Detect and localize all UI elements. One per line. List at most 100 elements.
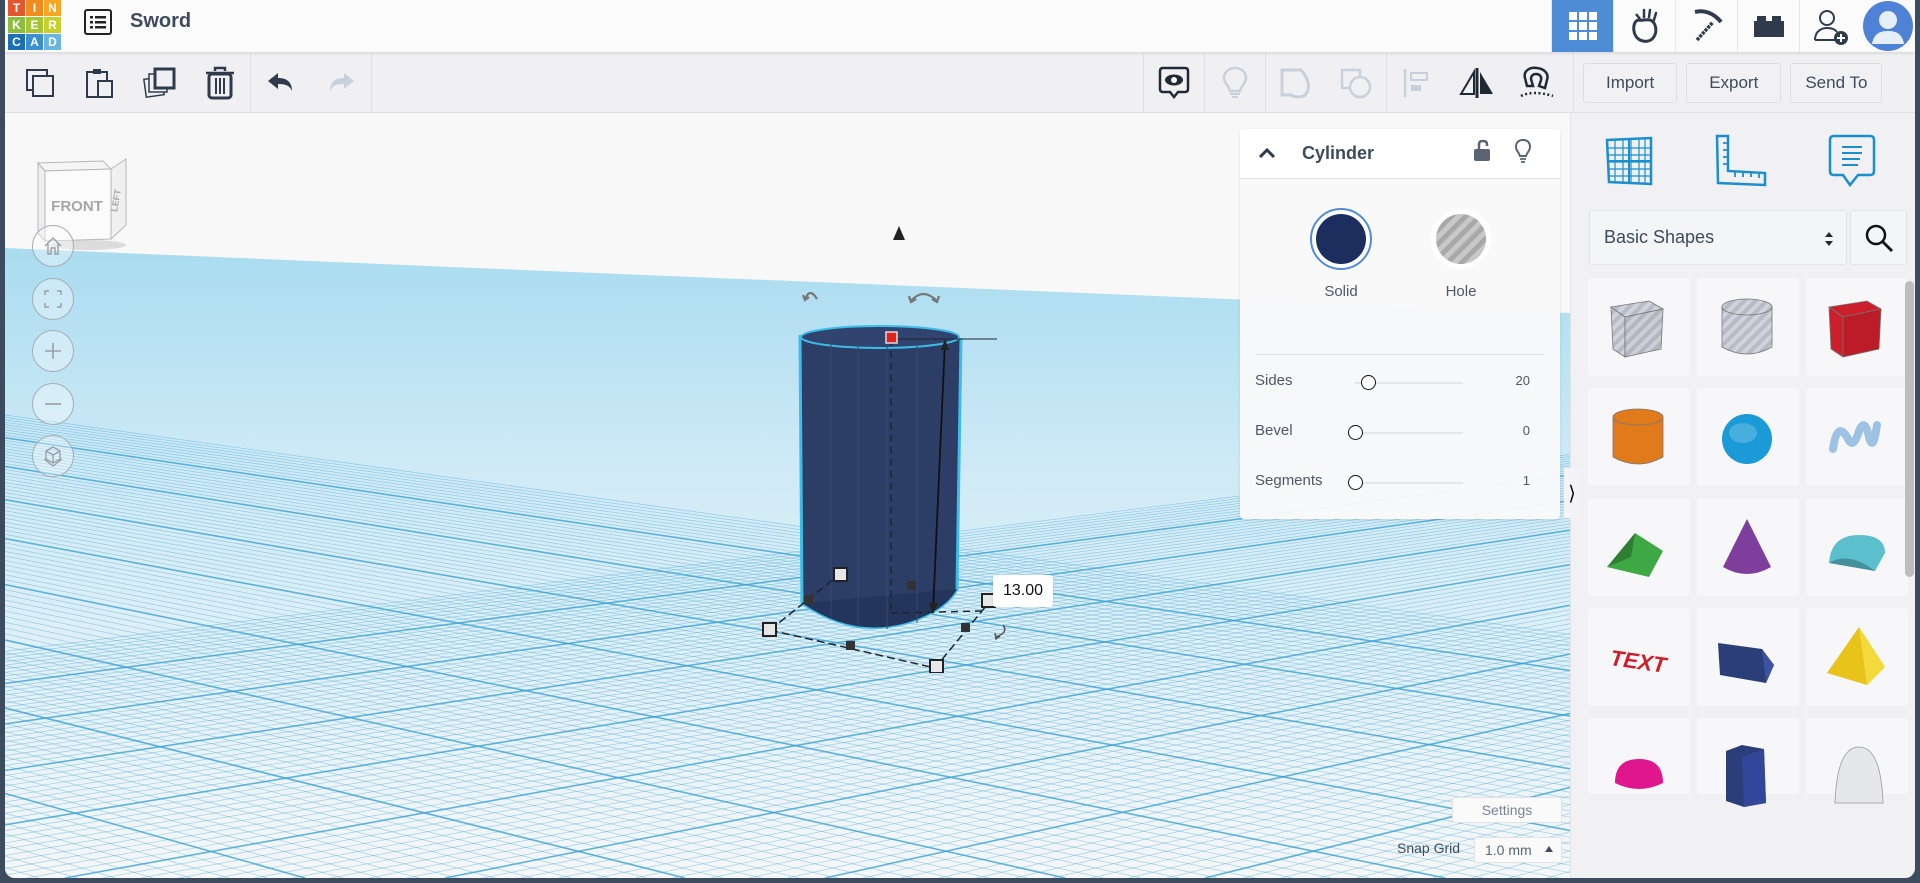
inspector-expand-toggle[interactable]: ⟩ [1564, 468, 1580, 518]
resize-handle[interactable] [929, 659, 944, 673]
snap-grid-select[interactable]: 1.0 mm [1474, 837, 1562, 863]
ruler-tab[interactable] [1711, 131, 1771, 191]
import-button[interactable]: Import [1583, 63, 1678, 103]
workplane-settings-button[interactable]: Settings [1452, 797, 1562, 823]
plus-icon [45, 343, 61, 359]
logo-letter: E [26, 17, 43, 33]
ungroup-icon [1340, 68, 1372, 99]
solid-mode-button[interactable]: Solid [1306, 207, 1376, 300]
cruise-button[interactable] [1507, 53, 1567, 113]
shapes-scrollbar[interactable] [1905, 281, 1914, 577]
shape-tile-wedge[interactable] [1697, 608, 1799, 706]
ungroup-button[interactable] [1326, 53, 1386, 113]
shape-tile-pyramid[interactable] [1806, 608, 1908, 706]
shape-tile-half-sphere[interactable] [1588, 718, 1690, 794]
edit-toolbar: Import Export Send To [5, 53, 1915, 113]
shape-tools: Import Export Send To [1143, 53, 1883, 113]
resize-handle[interactable] [833, 567, 848, 582]
shape-search-button[interactable] [1850, 210, 1907, 265]
copy-icon [26, 69, 54, 97]
shape-tile-cylinder[interactable] [1588, 388, 1690, 486]
viewcube-front-label[interactable]: FRONT [51, 198, 103, 215]
home-icon [44, 237, 62, 255]
edge-handle[interactable] [907, 581, 916, 590]
rotate-handle-top-arrow[interactable] [893, 226, 905, 240]
design-title[interactable]: Sword [130, 10, 191, 33]
align-button[interactable] [1387, 53, 1447, 113]
property-label: Bevel [1255, 422, 1293, 439]
notes-toggle-button[interactable] [1144, 53, 1204, 113]
height-handle[interactable] [885, 331, 898, 344]
half-sphere-thumbnail-icon [1615, 759, 1663, 789]
lightbulb-icon[interactable] [1514, 138, 1532, 164]
notes-tab[interactable] [1822, 131, 1882, 191]
hole-label: Hole [1445, 283, 1477, 300]
logo-letter: R [44, 17, 61, 33]
rotate-handle-x[interactable] [994, 624, 1006, 641]
design-list-button[interactable] [83, 8, 113, 36]
roof-thumbnail-icon [1607, 533, 1663, 577]
export-button[interactable]: Export [1686, 63, 1782, 103]
shape-tile-paraboloid[interactable] [1806, 718, 1908, 804]
shape-tile-sphere[interactable] [1697, 388, 1799, 486]
shape-category-select[interactable]: Basic Shapes [1589, 210, 1847, 265]
delete-button[interactable] [190, 53, 250, 113]
send-to-button[interactable]: Send To [1790, 63, 1883, 103]
edge-handle[interactable] [961, 623, 970, 632]
undo-button[interactable] [251, 53, 311, 113]
copy-button[interactable] [10, 53, 70, 113]
snap-grid-label: Snap Grid [1397, 840, 1461, 856]
property-value[interactable]: 1 [1523, 473, 1530, 488]
shapes-panel: Basic Shapes TEXT [1570, 113, 1915, 878]
shape-tile-cone[interactable] [1697, 498, 1799, 596]
tinkercad-logo[interactable]: TIN KER CAD [8, 0, 62, 50]
hole-mode-button[interactable]: Hole [1426, 207, 1496, 300]
resize-handle[interactable] [762, 622, 777, 637]
invite-user-button[interactable] [1799, 0, 1861, 52]
shape-tile-roof[interactable] [1588, 498, 1690, 596]
collapse-chevron-icon[interactable] [1257, 145, 1277, 161]
duplicate-button[interactable] [130, 53, 190, 113]
edge-handle[interactable] [846, 641, 855, 650]
home-view-button[interactable] [32, 225, 74, 267]
profile-avatar-button[interactable] [1861, 0, 1915, 52]
shape-tile-cylinder-hole[interactable] [1697, 278, 1799, 376]
mirror-button[interactable] [1447, 53, 1507, 113]
property-value[interactable]: 0 [1523, 423, 1530, 438]
unlock-icon[interactable] [1472, 139, 1492, 163]
property-slider-knob[interactable] [1348, 475, 1363, 490]
perspective-toggle-button[interactable] [32, 435, 74, 477]
group-button[interactable] [1266, 53, 1326, 113]
shape-tile-box[interactable] [1806, 278, 1908, 376]
shape-tile-polygon[interactable] [1697, 718, 1799, 807]
paste-icon [86, 69, 113, 98]
shape-tile-scribble[interactable] [1806, 388, 1908, 486]
paste-button[interactable] [70, 53, 130, 113]
ortho-cube-icon [43, 446, 63, 467]
zoom-out-button[interactable] [32, 383, 74, 425]
property-slider-knob[interactable] [1348, 425, 1363, 440]
property-row-bevel: Bevel 0 [1255, 417, 1545, 447]
fit-view-button[interactable] [32, 278, 74, 320]
minecraft-view-button[interactable] [1675, 0, 1737, 52]
redo-button[interactable] [311, 53, 371, 113]
workplane-tab[interactable] [1599, 131, 1659, 191]
zoom-in-button[interactable] [32, 330, 74, 372]
shape-tile-box-hole[interactable] [1588, 278, 1690, 376]
shape-tile-text[interactable]: TEXT [1588, 608, 1690, 706]
edge-handle[interactable] [804, 595, 813, 604]
property-row-segments: Segments 1 [1255, 467, 1545, 497]
height-dimension-input[interactable]: 13.00 [993, 575, 1053, 607]
property-slider-knob[interactable] [1360, 375, 1376, 390]
show-all-button[interactable] [1205, 53, 1265, 113]
rotate-handle-y[interactable] [801, 291, 818, 302]
property-slider-track[interactable] [1355, 482, 1463, 484]
inspector-title: Cylinder [1302, 143, 1375, 163]
shape-tile-round-roof[interactable] [1806, 498, 1908, 596]
rotate-handle-z[interactable] [907, 292, 941, 304]
3d-design-view-button[interactable] [1551, 0, 1613, 52]
lego-view-button[interactable] [1737, 0, 1799, 52]
blocks-view-button[interactable] [1613, 0, 1675, 52]
property-slider-track[interactable] [1355, 432, 1463, 434]
property-value[interactable]: 20 [1516, 373, 1530, 388]
